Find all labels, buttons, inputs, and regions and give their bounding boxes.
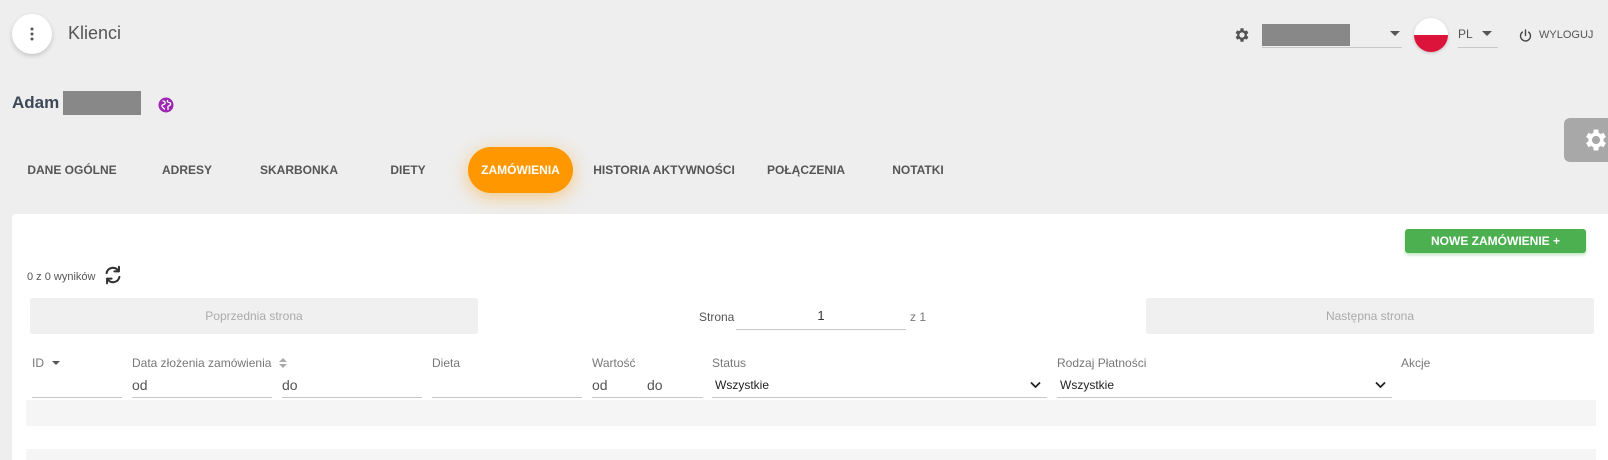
refresh-icon[interactable] — [102, 264, 124, 286]
language-select[interactable]: PL — [1458, 22, 1498, 48]
column-header-date-label: Data złożenia zamówienia — [132, 356, 272, 370]
globe-icon — [158, 97, 174, 113]
payment-filter-value: Wszystkie — [1060, 378, 1114, 392]
status-filter-select[interactable]: Wszystkie — [712, 374, 1047, 398]
logout-label: WYLOGUJ — [1539, 29, 1594, 41]
tab-historia-aktywnosci[interactable]: HISTORIA AKTYWNOŚCI — [588, 147, 740, 193]
gear-icon — [1586, 129, 1606, 151]
tab-notatki[interactable]: NOTATKI — [880, 147, 956, 193]
date-to-input[interactable] — [282, 372, 422, 398]
id-filter-input[interactable] — [32, 372, 122, 398]
column-header-value: Wartość — [592, 356, 636, 370]
new-order-button[interactable]: NOWE ZAMÓWIENIE + — [1405, 229, 1586, 253]
tab-polaczenia[interactable]: POŁĄCZENIA — [758, 147, 854, 193]
table-row — [26, 400, 1596, 426]
sort-desc-icon — [52, 361, 60, 365]
payment-filter-select[interactable]: Wszystkie — [1057, 374, 1392, 398]
column-header-actions: Akcje — [1401, 356, 1431, 370]
client-first-name: Adam — [12, 93, 60, 112]
next-page-button[interactable]: Następna strona — [1146, 298, 1594, 334]
more-vertical-icon — [30, 27, 34, 41]
side-settings-button[interactable] — [1564, 118, 1608, 162]
column-header-payment: Rodzaj Płatności — [1057, 356, 1147, 370]
chevron-down-icon — [1390, 31, 1400, 36]
date-from-input[interactable] — [132, 372, 272, 398]
page-total: z 1 — [910, 310, 927, 324]
results-count: 0 z 0 wyników — [27, 271, 96, 283]
previous-page-button[interactable]: Poprzednia strona — [30, 298, 478, 334]
settings-gear-icon[interactable] — [1233, 26, 1251, 44]
tab-zamowienia[interactable]: ZAMÓWIENIA — [468, 147, 573, 193]
value-to-input[interactable] — [647, 372, 703, 398]
sort-icon — [279, 358, 288, 368]
table-row — [26, 449, 1596, 460]
page-number-input[interactable] — [736, 302, 906, 330]
poland-flag-icon — [1414, 18, 1448, 52]
menu-button[interactable] — [12, 14, 52, 54]
tab-adresy[interactable]: ADRESY — [145, 147, 229, 193]
language-value: PL — [1458, 27, 1473, 41]
column-header-id-label: ID — [32, 356, 44, 370]
redacted-company-name — [1262, 24, 1350, 46]
page-title: Klienci — [68, 23, 122, 43]
status-filter-value: Wszystkie — [715, 378, 769, 392]
tab-diety[interactable]: DIETY — [368, 147, 448, 193]
chevron-down-icon — [1375, 381, 1386, 389]
tab-skarbonka[interactable]: SKARBONKA — [248, 147, 350, 193]
tab-dane-ogolne[interactable]: DANE OGÓLNE — [12, 147, 132, 193]
redacted-last-name — [63, 91, 141, 115]
company-select[interactable] — [1262, 22, 1402, 48]
value-from-input[interactable] — [592, 372, 647, 398]
page-label: Strona — [699, 310, 735, 324]
column-header-id[interactable]: ID — [32, 356, 60, 370]
power-icon — [1519, 28, 1532, 42]
logout-button[interactable]: WYLOGUJ — [1518, 25, 1593, 45]
diet-filter-input[interactable] — [432, 372, 582, 398]
chevron-down-icon — [1482, 31, 1492, 36]
chevron-down-icon — [1030, 381, 1041, 389]
column-header-diet: Dieta — [432, 356, 461, 370]
column-header-status: Status — [712, 356, 747, 370]
column-header-date[interactable]: Data złożenia zamówienia — [132, 356, 288, 370]
